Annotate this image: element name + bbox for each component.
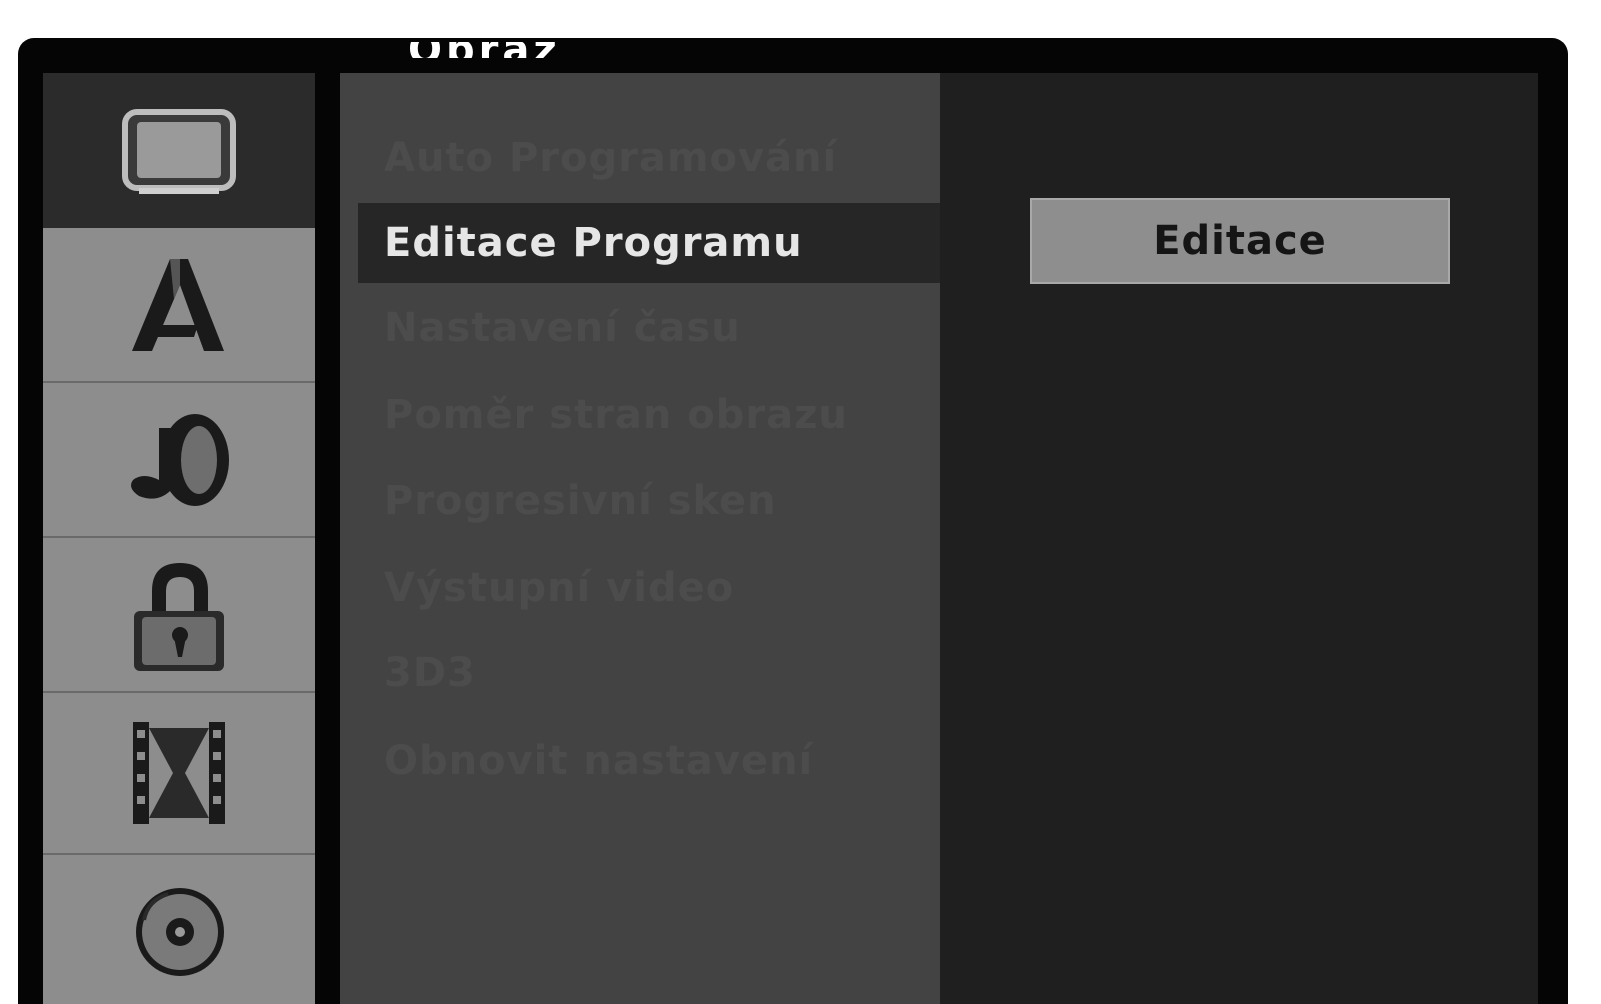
setup-screen: Obraz: [18, 38, 1568, 1004]
audio-icon: [131, 413, 229, 506]
language-icon: [132, 258, 224, 351]
film-icon: [133, 722, 225, 824]
menu-item-program-edit[interactable]: Editace Programu: [358, 203, 940, 283]
disc-icon: [136, 887, 224, 976]
menu-item-clock-set[interactable]: Nastavení času: [340, 288, 940, 368]
screen-title: Obraz: [408, 42, 561, 58]
menu-item-aspect-ratio[interactable]: Poměr stran obrazu: [340, 375, 940, 455]
category-audio[interactable]: [43, 383, 315, 538]
menu-item-3d3[interactable]: 3D3: [340, 633, 940, 713]
menu-item-auto-programming[interactable]: Auto Programování: [340, 118, 940, 198]
category-language[interactable]: [43, 228, 315, 383]
edit-button[interactable]: Editace: [1030, 198, 1450, 284]
category-recording[interactable]: [43, 693, 315, 855]
category-sidebar: [43, 73, 315, 1004]
lock-icon: [134, 562, 224, 671]
menu-item-progressive-scan[interactable]: Progresivní sken: [340, 461, 940, 541]
menu-item-video-output[interactable]: Výstupní video: [340, 548, 940, 628]
category-lock[interactable]: [43, 538, 315, 693]
category-tv[interactable]: [43, 73, 315, 228]
tv-icon: [122, 108, 236, 194]
settings-menu: Auto Programování Editace Programu Nasta…: [340, 73, 940, 1004]
option-panel: Editace: [940, 73, 1538, 1004]
category-disc[interactable]: [43, 855, 315, 1004]
menu-item-factory-reset[interactable]: Obnovit nastavení: [340, 721, 940, 801]
